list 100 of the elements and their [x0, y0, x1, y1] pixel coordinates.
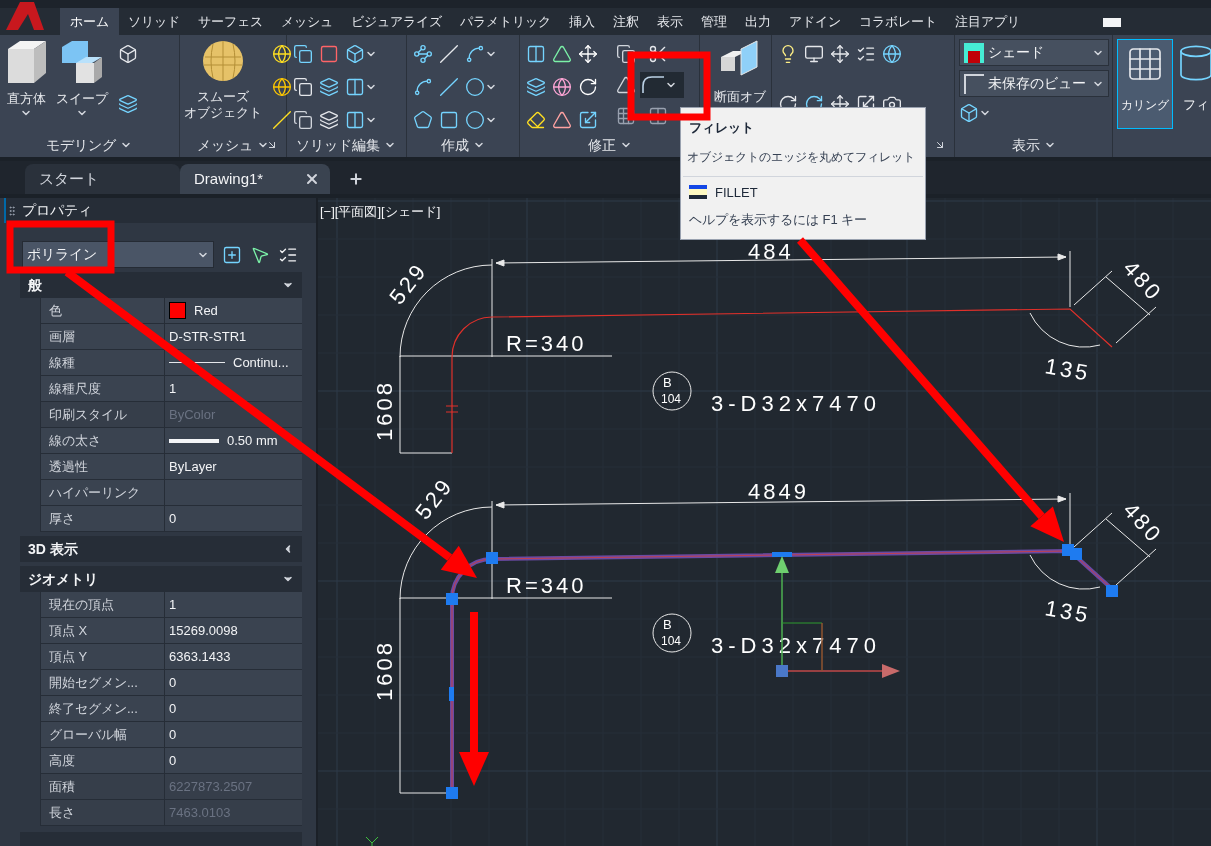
rectangle-icon[interactable] — [438, 110, 459, 130]
square-icon[interactable] — [318, 44, 339, 64]
line-icon[interactable] — [438, 77, 459, 97]
close-icon[interactable] — [304, 171, 320, 187]
style-dropdown[interactable]: 未保存のビュー — [959, 70, 1110, 97]
layers-icon[interactable] — [118, 93, 138, 114]
ribbon-toggle-icon[interactable] — [1103, 18, 1121, 27]
columns-icon[interactable] — [344, 77, 365, 97]
line-icon[interactable] — [438, 44, 459, 64]
curve-icon[interactable] — [464, 44, 485, 64]
scale-icon[interactable] — [578, 110, 599, 130]
globe-icon[interactable] — [882, 44, 903, 64]
triangle-icon[interactable] — [552, 44, 573, 64]
ribbon-tab[interactable]: ソリッド — [119, 8, 189, 35]
move-icon[interactable] — [578, 44, 599, 64]
property-label: ハイパーリンク — [41, 480, 165, 505]
copy-icon[interactable] — [292, 77, 313, 97]
list-icon[interactable] — [856, 44, 877, 64]
circle-icon[interactable] — [464, 77, 485, 97]
document-tab[interactable]: スタート — [25, 164, 180, 194]
sweep-button[interactable]: スイープ — [52, 35, 112, 133]
ribbon-tab[interactable]: アドイン — [780, 8, 850, 35]
cylinder-icon — [1177, 43, 1211, 83]
ribbon-tab[interactable]: 管理 — [692, 8, 736, 35]
cube-icon[interactable] — [118, 44, 138, 64]
property-value: D-STR-STR1 — [169, 327, 247, 346]
cube-icon[interactable] — [344, 44, 365, 64]
grid-icon[interactable] — [616, 106, 637, 126]
ribbon-button[interactable]: フィ — [1181, 39, 1211, 115]
section-header[interactable]: 般 — [20, 272, 302, 298]
globe-icon[interactable] — [552, 77, 573, 97]
selected-polyline[interactable] — [446, 544, 1118, 799]
property-value: 0 — [169, 725, 177, 744]
tooltip-title: フィレット — [688, 119, 755, 137]
ribbon-tab[interactable]: パラメトリック — [451, 8, 560, 35]
section-header[interactable]: ジオメトリ — [20, 566, 302, 592]
viewport-label[interactable]: [−][平面図][シェード] — [320, 202, 441, 222]
monitor-icon[interactable] — [804, 44, 825, 64]
columns-icon[interactable] — [648, 106, 669, 126]
property-label: 頂点 Y — [41, 644, 165, 669]
fillet-button[interactable] — [640, 72, 685, 98]
panel-title[interactable]: メッシュ — [196, 134, 253, 156]
property-value: Red — [194, 301, 218, 320]
triangle-icon[interactable] — [552, 110, 573, 130]
dimension-text: 480 — [1118, 255, 1168, 307]
property-label: 印刷スタイル — [41, 402, 165, 427]
style-dropdown[interactable]: シェード — [959, 39, 1110, 66]
property-value: 0 — [169, 751, 177, 770]
pentagon-icon[interactable] — [412, 110, 433, 130]
dimension-text: 4849 — [748, 479, 809, 504]
ribbon-tab[interactable]: 出力 — [736, 8, 780, 35]
spline-icon[interactable] — [412, 77, 433, 97]
dimension-arc — [1029, 312, 1101, 348]
panel-title[interactable]: 表示 — [1011, 134, 1040, 156]
smooth-object-button[interactable]: スムーズ オブジェクト — [179, 35, 266, 133]
layers-icon[interactable] — [318, 77, 339, 97]
dimension-text: 1608 — [372, 380, 397, 441]
object-type-dropdown[interactable]: ポリライン — [22, 241, 214, 268]
columns-icon[interactable] — [344, 110, 365, 130]
copy-icon[interactable] — [616, 44, 637, 64]
document-tab[interactable]: Drawing1* — [180, 164, 330, 194]
panel-title[interactable]: モデリング — [46, 134, 117, 156]
culling-button[interactable]: カリング — [1117, 39, 1174, 129]
ribbon-tab[interactable]: 注目アプリ — [946, 8, 1029, 35]
ribbon-tab[interactable]: ホーム — [60, 8, 119, 35]
add-icon[interactable] — [222, 244, 242, 265]
polyline-icon[interactable] — [412, 44, 433, 64]
ribbon-tab[interactable]: 注釈 — [604, 8, 648, 35]
sphere-icon — [200, 39, 245, 83]
panel-title[interactable]: 作成 — [440, 134, 469, 156]
ribbon-tab[interactable]: メッシュ — [272, 8, 342, 35]
panel-title[interactable]: ソリッド編集 — [296, 134, 381, 156]
layers-icon[interactable] — [318, 110, 339, 130]
globe-icon[interactable] — [271, 77, 292, 97]
new-tab-icon[interactable] — [348, 171, 364, 187]
globe-icon[interactable] — [271, 44, 292, 64]
ribbon-tab[interactable]: 表示 — [648, 8, 692, 35]
ribbon-tab[interactable]: 挿入 — [560, 8, 604, 35]
section-header[interactable]: 3D 表示 — [20, 536, 302, 562]
property-label: 線の太さ — [41, 428, 165, 453]
copy-icon[interactable] — [292, 44, 313, 64]
tag-circle — [652, 371, 692, 411]
cube-icon[interactable] — [959, 103, 980, 123]
copy-icon[interactable] — [292, 110, 313, 130]
grip-icon[interactable] — [6, 204, 18, 217]
property-value: 7463.0103 — [169, 803, 231, 822]
layers-icon[interactable] — [526, 77, 547, 97]
line-icon[interactable] — [271, 110, 292, 130]
rotate-icon[interactable] — [578, 77, 599, 97]
ribbon-tab[interactable]: サーフェス — [189, 8, 272, 35]
property-label: 画層 — [41, 324, 165, 349]
ribbon-tab[interactable]: ビジュアライズ — [342, 8, 451, 35]
property-value: 0 — [169, 673, 177, 692]
box-button[interactable]: 直方体 — [0, 35, 52, 133]
eraser-icon[interactable] — [526, 110, 547, 130]
ellipse-icon[interactable] — [464, 110, 485, 130]
ribbon-tab[interactable]: コラボレート — [850, 8, 946, 35]
panel-title[interactable]: 修正 — [587, 134, 616, 156]
polyline[interactable] — [445, 308, 1113, 454]
panel-title: プロパティ — [22, 201, 92, 220]
